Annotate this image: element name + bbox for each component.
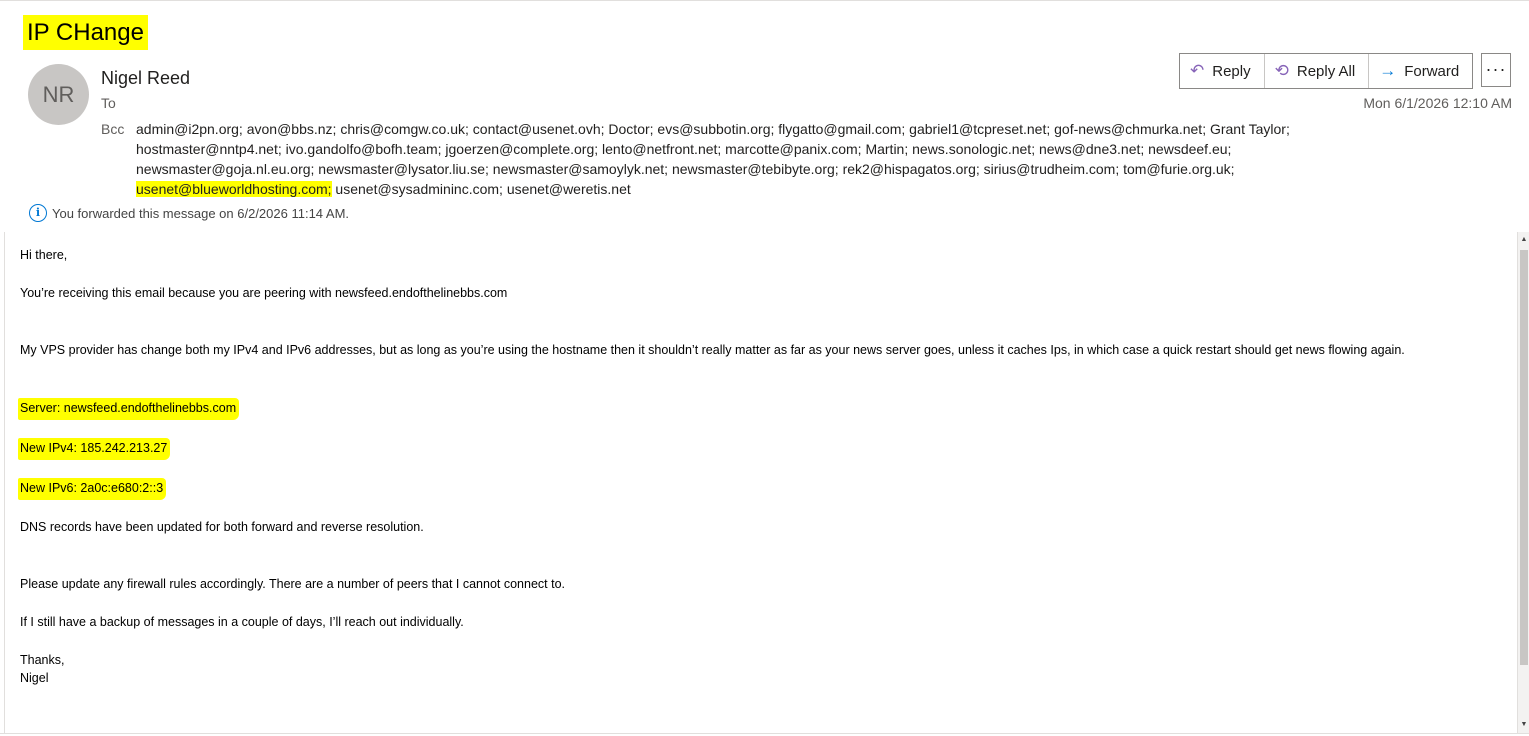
ipv6-line: New IPv6: 2a0c:e680:2::3 (18, 478, 167, 500)
ipv4-line: New IPv4: 185.242.213.27 (18, 438, 171, 460)
info-icon: i (29, 204, 47, 222)
bcc-row[interactable]: newsmaster@goja.nl.eu.org; newsmaster@ly… (136, 159, 1366, 179)
scroll-up-arrow-icon[interactable]: ▲ (1518, 234, 1529, 246)
bottom-border (0, 733, 1529, 734)
bcc-row-rest[interactable]: usenet@sysadmininc.com; usenet@weretis.n… (332, 181, 630, 197)
bcc-row[interactable]: admin@i2pn.org; avon@bbs.nz; chris@comgw… (136, 119, 1366, 139)
reply-all-label: Reply All (1296, 62, 1356, 80)
body-paragraph: DNS records have been updated for both f… (20, 520, 424, 534)
message-actions: ↶ Reply ⟲ Reply All → Forward (1179, 53, 1474, 89)
highlighted-recipient[interactable]: usenet@blueworldhosting.com; (136, 181, 332, 197)
forward-label: Forward (1404, 62, 1460, 80)
more-actions-button[interactable]: ··· (1481, 53, 1511, 87)
body-paragraph: Please update any firewall rules accordi… (20, 577, 565, 591)
reply-button[interactable]: ↶ Reply (1180, 54, 1265, 88)
bcc-recipient-list[interactable]: admin@i2pn.org; avon@bbs.nz; chris@comgw… (136, 119, 1366, 199)
sender-name[interactable]: Nigel Reed (101, 68, 190, 89)
body-paragraph: My VPS provider has change both my IPv4 … (20, 343, 1405, 357)
message-body-text: Hi there, You’re receiving this email be… (18, 246, 1510, 687)
forward-icon: → (1379, 61, 1397, 80)
body-signature: Nigel (20, 671, 49, 685)
server-line: Server: newsfeed.endofthelinebbs.com (18, 398, 240, 420)
forward-button[interactable]: → Forward (1369, 54, 1472, 88)
body-scrollbar[interactable]: ▲ ▼ (1517, 232, 1529, 733)
body-closing: Thanks, (20, 653, 65, 667)
top-border (0, 0, 1529, 1)
bcc-row[interactable]: hostmaster@nntp4.net; ivo.gandolfo@bofh.… (136, 139, 1366, 159)
body-paragraph: You’re receiving this email because you … (20, 286, 508, 300)
forwarded-info: i You forwarded this message on 6/2/2026… (29, 204, 349, 222)
reply-all-icon: ⟲ (1274, 61, 1289, 80)
body-greeting: Hi there, (20, 248, 68, 262)
reply-all-button[interactable]: ⟲ Reply All (1265, 54, 1370, 88)
reply-icon: ↶ (1190, 61, 1205, 80)
bcc-row[interactable]: usenet@blueworldhosting.com; usenet@sysa… (136, 179, 1366, 199)
sender-avatar[interactable]: NR (28, 64, 89, 125)
forwarded-info-text: You forwarded this message on 6/2/2026 1… (52, 205, 350, 221)
bcc-label: Bcc (101, 121, 125, 137)
reply-label: Reply (1212, 62, 1251, 80)
email-subject: IP CHange (23, 15, 148, 50)
sent-date: Mon 6/1/2026 12:10 AM (1363, 95, 1512, 111)
scroll-thumb[interactable] (1520, 250, 1528, 665)
message-body: Hi there, You’re receiving this email be… (4, 232, 1518, 733)
to-label: To (101, 95, 116, 111)
scroll-down-arrow-icon[interactable]: ▼ (1518, 719, 1529, 731)
body-paragraph: If I still have a backup of messages in … (20, 615, 464, 629)
